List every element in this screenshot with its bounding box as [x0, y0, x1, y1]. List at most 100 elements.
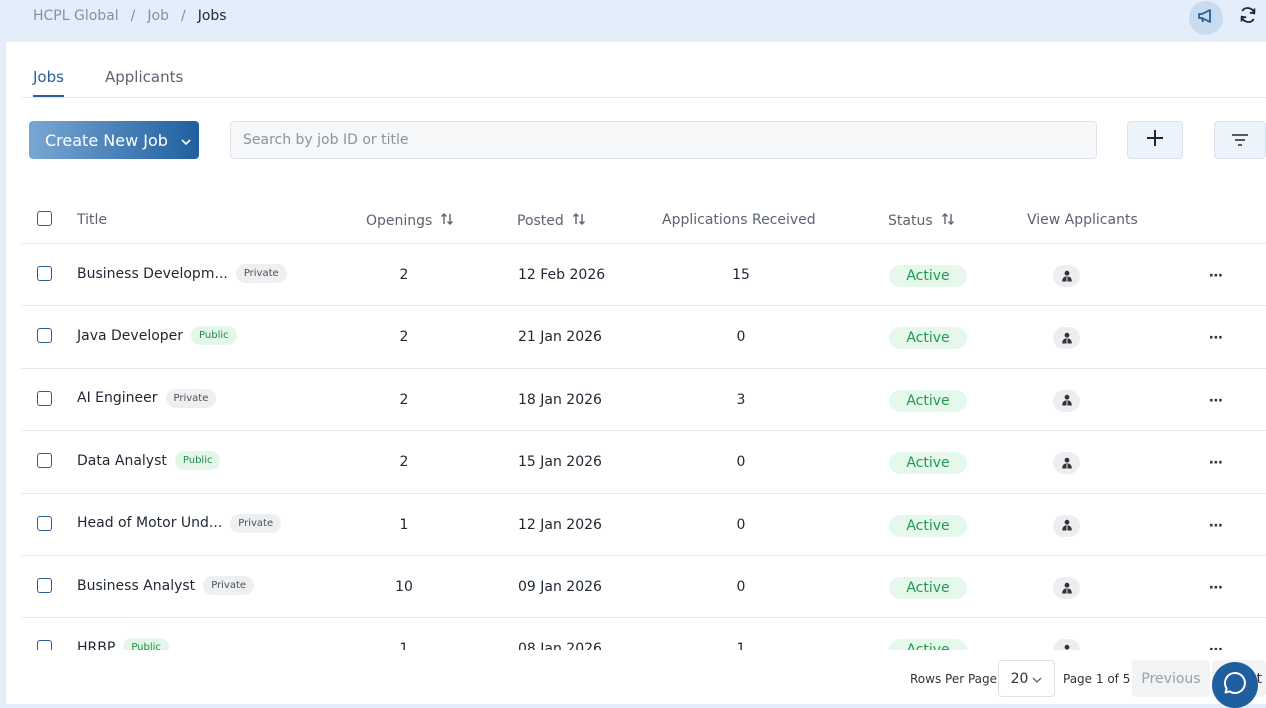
pagination-bar: Rows Per Page 20 Page 1 of 5 Previous Ne… — [6, 650, 1266, 704]
row-checkbox[interactable] — [37, 515, 52, 531]
more-options-icon[interactable]: ⋯ — [1206, 266, 1226, 286]
breadcrumb-item-job[interactable]: Job — [147, 8, 169, 24]
person-icon — [1061, 516, 1073, 535]
header-posted[interactable]: Posted — [517, 212, 586, 230]
visibility-badge: Public — [174, 451, 221, 471]
page-indicator: Page 1 of 5 — [1063, 672, 1131, 686]
view-applicants-button[interactable] — [1053, 452, 1080, 475]
applications-count: 1 — [736, 641, 746, 650]
filter-icon — [1231, 131, 1249, 150]
applications-count: 0 — [736, 579, 746, 595]
breadcrumb-separator: / — [130, 8, 136, 24]
posted-date: 15 Jan 2026 — [518, 454, 602, 471]
more-options-icon[interactable]: ⋯ — [1206, 578, 1226, 598]
tab-applicants[interactable]: Applicants — [105, 68, 183, 86]
job-title[interactable]: HRBP — [77, 640, 115, 650]
job-title-cell: Business Developm... Private — [77, 264, 287, 283]
status-badge: Active — [889, 265, 967, 287]
header-openings[interactable]: Openings — [366, 212, 454, 230]
posted-date: 09 Jan 2026 — [518, 579, 602, 595]
openings-value: 1 — [399, 516, 409, 533]
openings-value: 1 — [399, 641, 409, 650]
row-checkbox[interactable] — [37, 266, 52, 281]
tab-jobs[interactable]: Jobs — [33, 68, 64, 97]
openings-value: 2 — [399, 454, 409, 471]
view-applicants-button[interactable] — [1053, 389, 1080, 412]
announcements-button[interactable] — [1189, 1, 1223, 35]
table-row[interactable]: Data Analyst Public 2 15 Jan 2026 0 Active ⋯ — [21, 431, 1266, 494]
header-status-label: Status — [888, 213, 933, 229]
job-title[interactable]: Business Analyst — [77, 578, 195, 594]
header-view-applicants-label: View Applicants — [1027, 212, 1138, 228]
more-options-icon[interactable]: ⋯ — [1206, 391, 1226, 411]
create-new-job-button[interactable]: Create New Job — [29, 121, 199, 159]
more-options-icon[interactable]: ⋯ — [1206, 328, 1226, 348]
tab-bar: Jobs Applicants — [21, 62, 1266, 98]
job-title-cell: AI Engineer Private — [77, 388, 217, 408]
sort-icon — [941, 212, 955, 230]
view-applicants-button[interactable] — [1053, 577, 1080, 599]
table-row[interactable]: Head of Motor Und... Private 1 12 Jan 2026 0… — [21, 494, 1266, 556]
header-title-label: Title — [77, 212, 108, 228]
posted-date: 18 Jan 2026 — [518, 391, 602, 408]
header-title: Title — [77, 212, 107, 228]
row-checkbox[interactable] — [37, 578, 52, 593]
job-title-cell: Java Developer Public — [77, 326, 237, 346]
job-title-cell: Data Analyst Public — [77, 451, 221, 471]
view-applicants-button[interactable] — [1053, 514, 1080, 537]
view-applicants-button[interactable] — [1053, 327, 1080, 350]
job-title[interactable]: AI Engineer — [77, 390, 158, 406]
job-title[interactable]: Head of Motor Und... — [77, 515, 222, 531]
status-badge: Active — [889, 514, 967, 537]
row-checkbox[interactable] — [37, 640, 52, 650]
chat-bubble-icon — [1222, 670, 1248, 700]
refresh-icon — [1238, 5, 1258, 29]
table-header: Title Openings Posted Applications Recei… — [21, 182, 1266, 244]
main-panel: Jobs Applicants Create New Job Title Ope… — [6, 42, 1266, 704]
refresh-button[interactable] — [1236, 5, 1260, 29]
header-view-applicants: View Applicants — [1027, 212, 1138, 228]
applications-count: 0 — [736, 329, 746, 346]
header-status[interactable]: Status — [888, 212, 955, 230]
more-options-icon[interactable]: ⋯ — [1206, 640, 1226, 650]
table-row[interactable]: AI Engineer Private 2 18 Jan 2026 3 Active ⋯ — [21, 369, 1266, 432]
add-button[interactable] — [1127, 121, 1183, 159]
header-openings-label: Openings — [366, 213, 433, 229]
person-icon — [1061, 579, 1073, 598]
row-checkbox[interactable] — [37, 390, 52, 406]
more-options-icon[interactable]: ⋯ — [1206, 516, 1226, 536]
breadcrumb: HCPL Global / Job / Jobs — [33, 8, 227, 24]
openings-value: 2 — [399, 391, 409, 408]
header-posted-label: Posted — [517, 213, 564, 229]
status-badge: Active — [889, 389, 967, 412]
chevron-down-icon — [180, 131, 192, 150]
job-title[interactable]: Business Developm... — [77, 266, 228, 282]
header-applications: Applications Received — [662, 212, 816, 228]
row-checkbox[interactable] — [37, 328, 52, 344]
table-row[interactable]: Business Analyst Private 10 09 Jan 2026 0 Act… — [21, 556, 1266, 619]
more-options-icon[interactable]: ⋯ — [1206, 453, 1226, 473]
person-icon — [1061, 454, 1073, 473]
breadcrumb-item-hcpl-global[interactable]: HCPL Global — [33, 8, 119, 24]
rows-per-page-select[interactable]: 20 — [998, 660, 1055, 697]
search-input[interactable] — [230, 121, 1097, 159]
select-all-checkbox[interactable] — [37, 211, 52, 226]
table-row[interactable]: HRBP Public 1 08 Jan 2026 1 Active ⋯ — [21, 618, 1266, 650]
job-title[interactable]: Java Developer — [77, 328, 183, 344]
table-row[interactable]: Business Developm... Private 2 12 Feb 2026 1… — [21, 244, 1266, 307]
previous-button[interactable]: Previous — [1132, 660, 1210, 697]
view-applicants-button[interactable] — [1053, 265, 1080, 287]
posted-date: 12 Jan 2026 — [518, 516, 602, 533]
filter-button[interactable] — [1214, 121, 1266, 159]
openings-value: 10 — [395, 579, 413, 595]
rows-per-page-value: 20 — [1010, 670, 1029, 687]
applications-count: 0 — [736, 516, 746, 533]
view-applicants-button[interactable] — [1053, 639, 1080, 650]
plus-icon — [1146, 129, 1164, 151]
chat-button[interactable] — [1212, 662, 1258, 708]
posted-date: 12 Feb 2026 — [518, 267, 606, 283]
row-checkbox[interactable] — [37, 453, 52, 469]
job-title-cell: Business Analyst Private — [77, 576, 255, 595]
table-row[interactable]: Java Developer Public 2 21 Jan 2026 0 Active ⋯ — [21, 306, 1266, 369]
job-title[interactable]: Data Analyst — [77, 453, 167, 469]
